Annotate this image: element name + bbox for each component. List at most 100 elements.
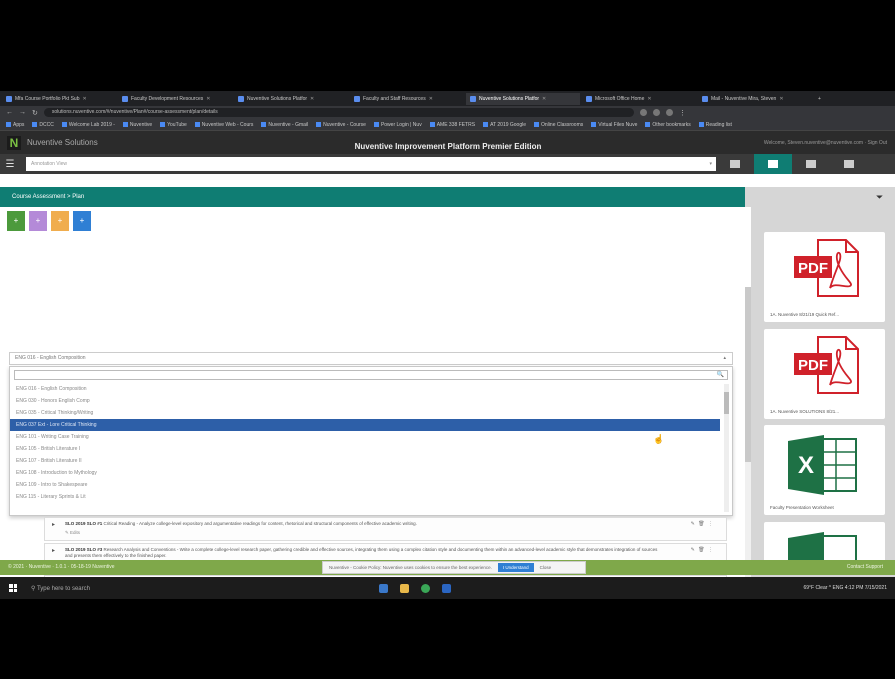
panel-toggle-button[interactable]	[792, 154, 830, 174]
add-button[interactable]: +	[7, 211, 25, 231]
close-icon[interactable]: ✕	[206, 96, 210, 102]
dropdown-option[interactable]: ENG 115 - Literary Sprints & Lit	[10, 491, 720, 503]
document-card[interactable]: PDF 1A. Nuventive SOLUTIONS 8/21...	[764, 329, 885, 419]
bookmark-item[interactable]: Nuventive Web - Cours	[194, 122, 253, 128]
documents-panel-button[interactable]	[754, 154, 792, 174]
expand-icon[interactable]: ▸	[52, 521, 55, 528]
action-toolbar: + + + +	[7, 211, 91, 231]
bookmark-item[interactable]: Virtual Files Nuve	[591, 122, 637, 128]
expand-icon[interactable]: ▸	[52, 547, 55, 554]
browser-tab[interactable]: Nuventive Solutions Platfor ✕	[466, 92, 580, 105]
forward-icon[interactable]: →	[19, 109, 26, 116]
chevron-down-icon[interactable]: ▾	[709, 157, 712, 171]
extension-icon[interactable]	[639, 109, 647, 116]
windows-start-icon[interactable]	[9, 584, 17, 592]
course-select[interactable]: ENG 016 - English Composition ▴	[9, 352, 733, 365]
nav-search-input[interactable]: Annotation View ▾	[26, 157, 716, 171]
profile-icon[interactable]	[665, 109, 673, 116]
browser-tab[interactable]: Mfa Course Portfolio Pkt Sub ✕	[2, 93, 116, 105]
browser-tab[interactable]: Nuventive Solutions Platfor ✕	[234, 93, 348, 105]
bookmark-label: DCCC	[39, 121, 54, 128]
taskbar-apps	[379, 583, 451, 593]
welcome-text[interactable]: Welcome, Steven.nuventive@nuventive.com …	[764, 140, 887, 146]
bookmark-item[interactable]: Reading list	[698, 122, 732, 128]
dropdown-option[interactable]: ENG 109 - Intro to Shakespeare	[10, 479, 720, 491]
outcome-meta[interactable]: ✎ Edits	[65, 530, 722, 536]
close-icon[interactable]: ✕	[647, 96, 651, 102]
breadcrumb[interactable]: Course Assessment > Plan	[0, 187, 745, 207]
document-label: 1A. Nuventive SOLUTIONS 8/21...	[770, 409, 840, 414]
dropdown-option[interactable]: ENG 016 - English Composition	[10, 383, 720, 395]
bookmark-item[interactable]: Online Classrooms	[534, 122, 583, 128]
outcome-actions[interactable]: ✎ 🗑 ⋮	[691, 521, 714, 527]
bookmark-item[interactable]: Power Login | Nuv	[373, 122, 422, 128]
browser-tab[interactable]: Faculty Development Resources ✕	[118, 93, 232, 105]
back-icon[interactable]: ←	[6, 109, 13, 116]
dropdown-option[interactable]: ENG 105 - British Literature I	[10, 443, 720, 455]
menu-icon[interactable]: ⋮	[679, 109, 686, 117]
bookmarks-bar: Apps DCCC Welcome Lab 2019 - Nuventive YouTu…	[0, 119, 895, 131]
chevron-up-icon[interactable]: ▴	[723, 353, 726, 364]
dropdown-option[interactable]: ENG 037 Ext - Lore Critical Thinking	[10, 419, 720, 431]
dropdown-search-input[interactable]: 🔍	[14, 370, 728, 380]
bookmark-item[interactable]: DCCC	[32, 121, 54, 128]
system-tray[interactable]: 69°F Clear ^ ENG 4:12 PM 7/15/2021	[803, 585, 887, 591]
bookmark-item[interactable]: AME 338 FETRS	[429, 122, 475, 128]
hamburger-menu-icon[interactable]: ☰	[0, 159, 20, 170]
document-card[interactable]: PDF 1A. Nuventive 8/21/19 Quick Ref...	[764, 232, 885, 322]
taskbar-search-input[interactable]: ⚲ Type here to search	[31, 585, 331, 592]
browser-tab[interactable]: Faculty and Staff Resources ✕	[350, 93, 464, 105]
bookmark-item[interactable]: Nuventive	[122, 122, 152, 128]
close-icon[interactable]: ✕	[429, 96, 433, 102]
dropdown-scrollbar[interactable]	[724, 384, 729, 512]
dropdown-option[interactable]: ENG 030 - Honors English Comp	[10, 395, 720, 407]
url-input[interactable]: solutions.nuventive.com/#/nuventive/Plan…	[43, 108, 634, 117]
bookmark-item[interactable]: AT 2019 Google	[483, 122, 526, 128]
close-icon[interactable]: ✕	[310, 96, 314, 102]
panel-toggle-button[interactable]	[716, 154, 754, 174]
outcome-item[interactable]: ▸ SLO 2019 SLO #1 Critical Reading - Anal…	[44, 517, 727, 541]
bookmark-icon	[122, 122, 128, 127]
browser-tab[interactable]: Mail - Nuventive Mira, Steven ✕	[698, 93, 812, 105]
document-card[interactable]: X Faculty Presentation Worksheet	[764, 425, 885, 515]
dropdown-option[interactable]: ENG 108 - Introduction to Mythology	[10, 467, 720, 479]
filter-button[interactable]: +	[73, 211, 91, 231]
bookmark-item[interactable]: Apps	[6, 122, 24, 128]
document-card[interactable]	[764, 522, 885, 562]
close-icon[interactable]: ✕	[82, 96, 86, 102]
new-tab-icon[interactable]: +	[814, 93, 825, 105]
task-view-icon[interactable]	[379, 583, 388, 593]
add-link-button[interactable]: +	[29, 211, 47, 231]
cookie-close-button[interactable]: Close	[540, 562, 552, 573]
scroll-thumb[interactable]	[724, 392, 729, 414]
panel-toggle-button[interactable]	[830, 154, 868, 174]
bookmark-item[interactable]: Nuventive - Gmail	[261, 122, 308, 128]
support-link[interactable]: Contact Support	[847, 564, 883, 570]
bookmark-item[interactable]: Other bookmarks	[645, 122, 691, 128]
excel-icon: X	[788, 435, 857, 495]
close-icon[interactable]: ✕	[779, 96, 783, 102]
outlook-icon[interactable]	[442, 583, 451, 593]
dropdown-option[interactable]: ENG 107 - British Literature II	[10, 455, 720, 467]
dropdown-option[interactable]: ENG 035 - Critical Thinking/Writing	[10, 407, 720, 419]
filter-icon[interactable]: ⏷	[876, 192, 883, 203]
address-bar: ← → ↻ solutions.nuventive.com/#/nuventiv…	[0, 106, 895, 119]
dropdown-option[interactable]: ENG 101 - Writing Case Training	[10, 431, 720, 443]
chrome-icon[interactable]	[421, 583, 430, 593]
pdf-icon: PDF	[794, 239, 859, 297]
close-icon[interactable]: ✕	[542, 96, 546, 102]
reload-icon[interactable]: ↻	[32, 109, 38, 117]
bookmark-icon	[194, 122, 200, 127]
copy-button[interactable]: +	[51, 211, 69, 231]
file-explorer-icon[interactable]	[400, 583, 409, 593]
browser-tab[interactable]: Microsoft Office Home ✕	[582, 93, 696, 105]
search-icon: 🔍	[716, 372, 724, 378]
svg-text:PDF: PDF	[798, 357, 828, 374]
tab-label: Nuventive Solutions Platfor	[247, 95, 308, 102]
cookie-accept-button[interactable]: I Understand	[497, 563, 534, 572]
bookmark-item[interactable]: YouTube	[160, 122, 187, 128]
extension-icon[interactable]	[652, 109, 660, 116]
bookmark-item[interactable]: Nuventive - Course	[316, 122, 366, 128]
outcome-actions[interactable]: ✎ 🗑 ⋮	[691, 547, 714, 553]
bookmark-item[interactable]: Welcome Lab 2019 -	[61, 122, 115, 128]
